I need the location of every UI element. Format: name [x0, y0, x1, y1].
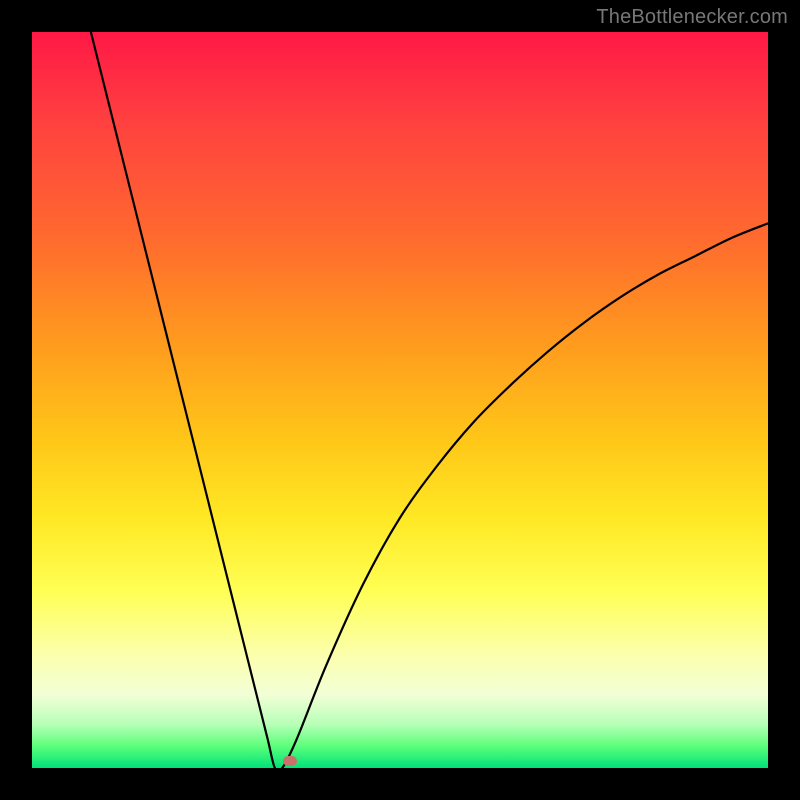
curve-path — [91, 32, 768, 772]
bottleneck-curve — [32, 32, 768, 768]
watermark-text: TheBottlenecker.com — [596, 6, 788, 29]
plot-area — [32, 32, 768, 768]
chart-frame: TheBottlenecker.com — [0, 0, 800, 800]
optimal-marker — [283, 756, 297, 766]
